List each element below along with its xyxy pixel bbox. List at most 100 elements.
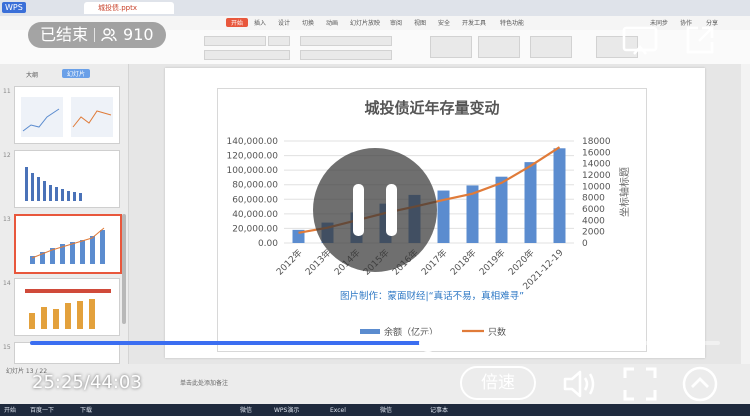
taskbar-item[interactable]: 微信 xyxy=(240,406,252,415)
chart-annotation: 图片制作：蒙面财经|“真话不易，真相难寻” xyxy=(340,290,524,302)
expand-up-icon[interactable] xyxy=(682,366,718,402)
x-tick-label: 2017年 xyxy=(419,247,450,278)
y-right-tick-label: 8000 xyxy=(582,194,605,204)
font-format-group[interactable] xyxy=(204,50,290,60)
menu-transition[interactable]: 切换 xyxy=(302,18,314,27)
progress-handle[interactable] xyxy=(419,334,438,352)
picture-in-picture-icon[interactable] xyxy=(622,26,658,56)
y-right-tick-label: 0 xyxy=(582,239,588,249)
progress-fill xyxy=(30,341,429,345)
legend-swatch-balance xyxy=(360,329,380,334)
volume-icon[interactable] xyxy=(562,368,598,400)
taskbar-item[interactable]: WPS演示 xyxy=(274,406,299,415)
menu-home[interactable]: 开始 xyxy=(226,18,249,27)
pause-icon xyxy=(353,184,364,236)
textbox-button[interactable] xyxy=(430,36,472,58)
y-right-axis-title: 坐标轴标题 xyxy=(618,167,631,217)
menu-insert[interactable]: 插入 xyxy=(254,18,266,27)
font-name-select[interactable] xyxy=(204,36,266,46)
y-left-tick-label: 40,000.00 xyxy=(232,210,278,220)
thumb-number: 13 xyxy=(3,216,11,223)
viewers-icon xyxy=(101,28,117,42)
font-size-select[interactable] xyxy=(268,36,290,46)
y-right-tick-label: 12000 xyxy=(582,171,611,181)
document-tab[interactable]: 城投债.pptx xyxy=(84,2,174,14)
y-right-tick-label: 10000 xyxy=(582,182,611,192)
menu-design[interactable]: 设计 xyxy=(278,18,290,27)
shape-button[interactable] xyxy=(478,36,520,58)
taskbar-item[interactable]: 微信 xyxy=(380,406,392,415)
y-right-tick-label: 16000 xyxy=(582,148,611,158)
os-taskbar: 开始 百度一下 下载 微信 WPS演示 Excel 微信 记事本 xyxy=(0,404,750,416)
y-left-tick-label: 20,000.00 xyxy=(232,224,278,234)
y-left-tick-label: 60,000.00 xyxy=(232,195,278,205)
x-tick-label: 2019年 xyxy=(477,247,508,278)
x-tick-label: 2020年 xyxy=(506,247,537,278)
thumbnail-preview xyxy=(25,167,82,201)
arrange-button[interactable] xyxy=(530,36,572,58)
thumb-number: 15 xyxy=(3,344,11,351)
tab-outline[interactable]: 大纲 xyxy=(26,70,38,79)
total-time: 44:03 xyxy=(89,372,142,393)
legend-label-count: 只数 xyxy=(488,326,506,338)
thumb-number: 14 xyxy=(3,280,11,287)
menu-devtools[interactable]: 开发工具 xyxy=(462,18,486,27)
x-tick-label: 2018年 xyxy=(448,247,479,278)
thumb-number: 11 xyxy=(3,88,11,95)
title-bar: WPS 城投债.pptx xyxy=(0,0,750,16)
pause-icon xyxy=(386,184,397,236)
y-left-tick-label: 120,000.00 xyxy=(226,152,278,162)
menu-security[interactable]: 安全 xyxy=(438,18,450,27)
viewer-count: 910 xyxy=(123,25,154,44)
y-left-tick-label: 100,000.00 xyxy=(226,166,278,176)
slide-thumbnail[interactable] xyxy=(14,86,120,144)
live-status-pill: 已结束 910 xyxy=(28,22,166,48)
bar-2020年 xyxy=(524,162,537,243)
x-tick-label: 2012年 xyxy=(274,247,305,278)
taskbar-item[interactable]: 百度一下 xyxy=(30,406,54,415)
y-right-tick-label: 2000 xyxy=(582,228,605,238)
y-left-tick-label: 0.00 xyxy=(258,239,278,249)
bar-2019年 xyxy=(495,176,508,243)
menu-animation[interactable]: 动画 xyxy=(326,18,338,27)
y-right-tick-label: 6000 xyxy=(582,205,605,215)
start-button[interactable]: 开始 xyxy=(4,406,16,415)
menu-features[interactable]: 特色功能 xyxy=(500,18,524,27)
slide-thumbnail[interactable] xyxy=(14,342,120,364)
menu-review[interactable]: 审阅 xyxy=(390,18,402,27)
bar-2021-12-19 xyxy=(553,148,566,243)
y-right-tick-label: 4000 xyxy=(582,216,605,226)
menu-slideshow[interactable]: 幻灯片放映 xyxy=(350,18,380,27)
slide-thumbnail-selected[interactable] xyxy=(14,214,122,274)
pill-divider xyxy=(94,28,96,42)
y-right-tick-label: 18000 xyxy=(582,137,611,147)
chart-title: 城投债近年存量变动 xyxy=(364,99,499,117)
pause-button[interactable] xyxy=(313,148,437,272)
align-group[interactable] xyxy=(300,50,392,60)
thumb-number: 12 xyxy=(3,152,11,159)
taskbar-item[interactable]: 记事本 xyxy=(430,406,448,415)
taskbar-item[interactable]: Excel xyxy=(330,406,346,415)
thumbnail-preview xyxy=(21,97,113,137)
elapsed-time: 25:25 xyxy=(32,372,84,393)
stream-status: 已结束 xyxy=(40,25,89,44)
menu-view[interactable]: 视图 xyxy=(414,18,426,27)
notes-placeholder[interactable]: 单击此处添加备注 xyxy=(180,378,228,387)
thumbnail-preview xyxy=(30,227,105,264)
thumbnail-preview xyxy=(25,289,111,329)
slide-thumbnail[interactable] xyxy=(14,278,120,336)
thumbnail-scrollbar[interactable] xyxy=(122,214,126,324)
app-logo: WPS xyxy=(2,2,26,13)
progress-track[interactable] xyxy=(30,334,720,352)
share-out-icon[interactable] xyxy=(684,24,716,56)
thumbnail-pane: 大纲 幻灯片 11 12 13 14 15 xyxy=(0,64,129,364)
paragraph-group[interactable] xyxy=(300,36,392,46)
tab-slides[interactable]: 幻灯片 xyxy=(62,69,91,78)
slide-thumbnail[interactable] xyxy=(14,150,120,208)
fullscreen-icon[interactable] xyxy=(622,366,658,402)
y-left-tick-label: 80,000.00 xyxy=(232,181,278,191)
playback-speed-button[interactable]: 倍速 xyxy=(460,366,536,400)
taskbar-item[interactable]: 下载 xyxy=(80,406,92,415)
right-sidebar xyxy=(741,64,750,364)
y-left-tick-label: 140,000.00 xyxy=(226,137,278,147)
